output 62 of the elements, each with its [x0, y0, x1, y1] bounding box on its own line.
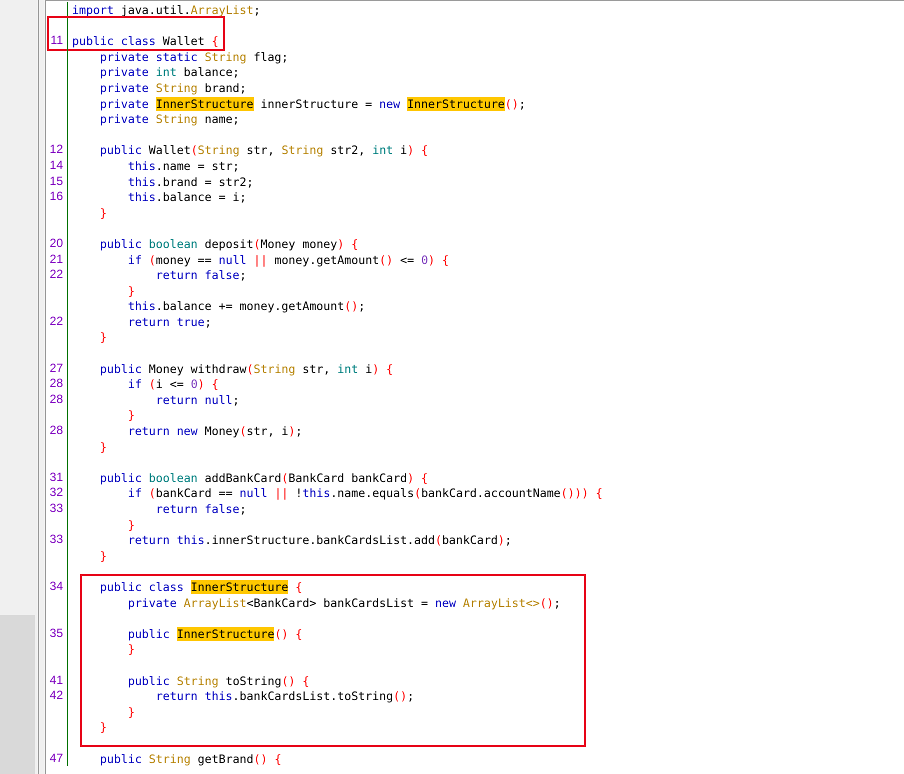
code-line: private static String flag;	[98, 50, 288, 64]
code-line: private String name;	[98, 112, 240, 126]
code-line: private String brand;	[98, 80, 247, 95]
code-line: public String getBrand() {	[98, 752, 282, 766]
line-number: 47	[50, 750, 63, 766]
code-line: public boolean addBankCard(BankCard bankCard) {	[98, 470, 428, 485]
code-line: }	[126, 284, 135, 298]
line-number: 34	[50, 578, 63, 595]
line-number: 33	[50, 501, 63, 517]
code-line: }	[98, 720, 107, 734]
code-line: public class InnerStructure {	[98, 580, 302, 594]
line-number: 28	[50, 392, 63, 408]
code-line: public Money withdraw(String str, int i) {	[98, 362, 394, 376]
code-line: this.brand = str2;	[126, 174, 254, 189]
line-number: 33	[50, 532, 63, 548]
code-line: }	[126, 704, 135, 719]
code-line: if (i <= 0) {	[126, 377, 219, 392]
line-number: 11	[50, 33, 63, 49]
line-number: 31	[50, 470, 63, 486]
code-line: return this.innerStructure.bankCardsList.add(bankCard);	[126, 533, 512, 548]
code-line: if (bankCard == null || !this.name.equals(bankCard.accountName())) {	[126, 486, 603, 500]
code-line: return null;	[154, 392, 240, 407]
line-number: 21	[50, 252, 63, 268]
code-line: private int balance;	[98, 65, 240, 80]
code-line: }	[98, 440, 107, 454]
line-number: 28	[50, 376, 63, 392]
code-line: private InnerStructure innerStructure = new InnerStructure();	[98, 96, 526, 111]
code-line: return true;	[126, 314, 212, 329]
code-line: this.balance = i;	[126, 190, 247, 204]
code-line: return false;	[154, 502, 247, 516]
line-number: 35	[50, 626, 63, 642]
line-number: 41	[50, 672, 63, 688]
code-line: }	[126, 642, 135, 656]
line-number: 12	[50, 142, 63, 158]
code-line: return new Money(str, i);	[126, 424, 302, 438]
code-line: return this.bankCardsList.toString();	[154, 689, 414, 704]
code-line: }	[98, 330, 107, 344]
code-line: this.balance += money.getAmount();	[126, 299, 366, 314]
code-line: }	[98, 548, 107, 563]
line-number: 15	[50, 174, 63, 190]
code-line: }	[126, 408, 135, 422]
code-line: if (money == null || money.getAmount() <= 0) {	[126, 252, 449, 266]
line-number: 27	[50, 360, 63, 376]
code-line: }	[126, 518, 135, 532]
line-number: 22	[50, 267, 63, 283]
line-number: 28	[50, 423, 63, 439]
code-line: public Wallet(String str, String str2, int i) {	[98, 143, 428, 158]
code-line: public InnerStructure() {	[126, 626, 302, 641]
code-line: }	[98, 206, 107, 220]
line-number: 22	[50, 314, 63, 330]
code-line: return false;	[154, 268, 247, 282]
code-line: public class Wallet {	[72, 34, 219, 48]
line-number: 32	[50, 485, 63, 501]
code-line: this.name = str;	[126, 158, 240, 173]
line-number: 42	[50, 688, 63, 704]
code-line: import java.util.ArrayList;	[72, 3, 260, 17]
code-line: private ArrayList<BankCard> bankCardsList = new ArrayList<>();	[126, 596, 561, 610]
line-number: 14	[50, 158, 63, 174]
line-number: 20	[50, 236, 63, 252]
code-line: public String toString() {	[126, 674, 310, 688]
code-line: public boolean deposit(Money money) {	[98, 236, 358, 251]
line-number: 16	[50, 189, 63, 205]
